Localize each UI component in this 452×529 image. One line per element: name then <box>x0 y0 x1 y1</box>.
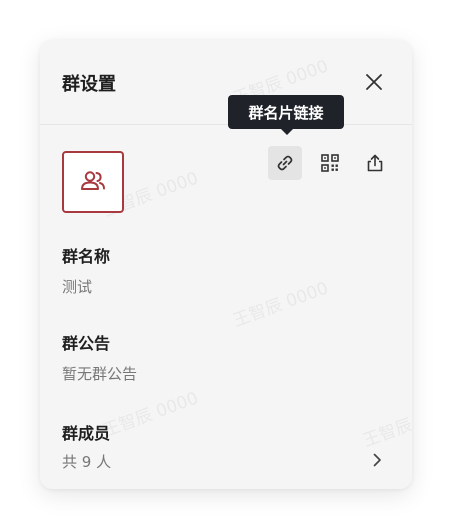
group-name-value: 测试 <box>62 278 93 296</box>
panel-header: 群设置 <box>40 40 412 125</box>
members-label: 群成员 <box>62 424 111 443</box>
announcement-value: 暂无群公告 <box>62 365 138 383</box>
chevron-right-icon[interactable] <box>370 453 384 467</box>
copy-link-button[interactable] <box>268 146 302 180</box>
qrcode-button[interactable] <box>313 146 347 180</box>
share-button[interactable] <box>358 146 392 180</box>
tooltip-arrow <box>280 128 294 135</box>
panel-title: 群设置 <box>62 74 116 95</box>
qrcode-icon <box>321 154 339 172</box>
close-icon <box>366 74 382 90</box>
share-icon <box>367 154 383 172</box>
link-tooltip: 群名片链接 <box>228 95 344 129</box>
announcement-label: 群公告 <box>62 334 111 353</box>
watermark: 王智辰 0000 <box>230 278 331 332</box>
group-avatar[interactable] <box>62 151 124 213</box>
group-name-label: 群名称 <box>62 247 111 266</box>
group-icon <box>81 171 105 190</box>
link-icon <box>277 155 293 171</box>
group-settings-panel: 王智辰 0000 王智辰 0000 王智辰 0000 王智辰 0000 王智辰 … <box>40 40 412 489</box>
close-button[interactable] <box>363 71 385 93</box>
members-count: 共 9 人 <box>62 453 112 471</box>
